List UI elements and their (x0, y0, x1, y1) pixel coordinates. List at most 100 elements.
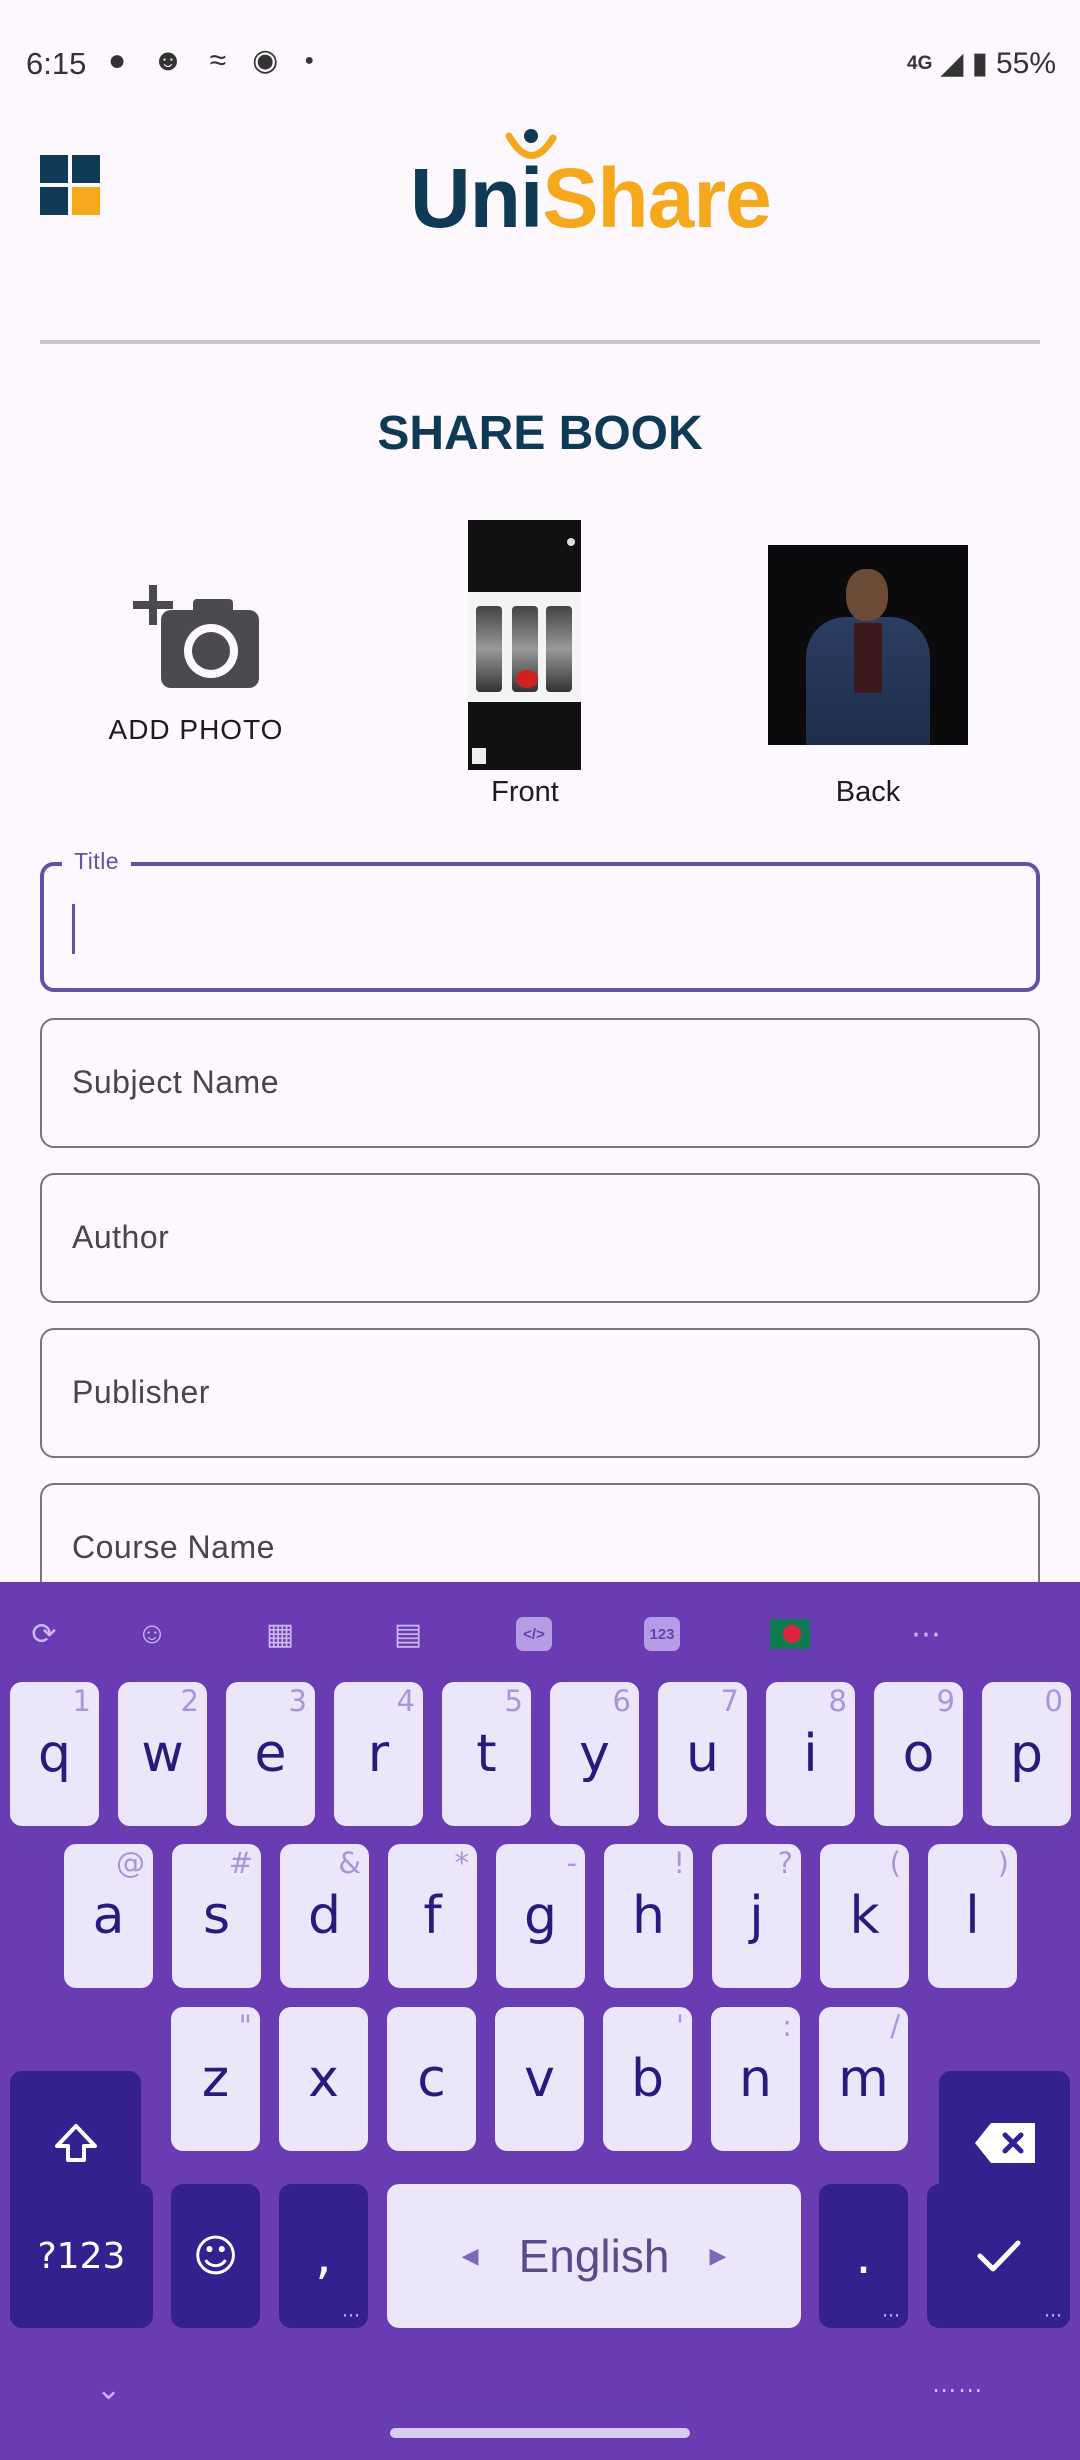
home-indicator[interactable] (390, 2428, 690, 2438)
key-j[interactable]: j? (712, 1844, 801, 1988)
key-r[interactable]: r4 (334, 1682, 423, 1826)
translate-icon[interactable]: ⟳ (24, 1614, 64, 1654)
key-n[interactable]: n: (711, 2007, 800, 2151)
more-icon[interactable]: ⋯ (906, 1614, 946, 1654)
key-hint: & (338, 1846, 361, 1880)
numpad-icon[interactable]: 123 (642, 1614, 682, 1654)
key-label: z (201, 2049, 230, 2109)
key-i[interactable]: i8 (766, 1682, 855, 1826)
key-l[interactable]: l) (928, 1844, 1017, 1988)
key-hint: 2 (180, 1684, 199, 1718)
key-h[interactable]: h! (604, 1844, 693, 1988)
key-q[interactable]: q1 (10, 1682, 99, 1826)
add-photo-label: ADD PHOTO (108, 714, 284, 745)
key-hint: # (228, 1846, 253, 1880)
language-flag-icon[interactable] (770, 1614, 810, 1654)
key-hint: 4 (396, 1684, 415, 1718)
key-c[interactable]: c (387, 2007, 476, 2151)
publisher-label: Publisher (72, 1374, 210, 1410)
key-m[interactable]: m / (819, 2007, 908, 2151)
key-label: k (849, 1886, 880, 1946)
key-hint: 3 (288, 1684, 307, 1718)
author-label: Author (72, 1219, 170, 1255)
key-label: f (423, 1886, 442, 1946)
key-label: o (902, 1724, 935, 1784)
comma-char: , (315, 2226, 332, 2286)
key-hint: ! (673, 1846, 685, 1880)
key-u[interactable]: u7 (658, 1682, 747, 1826)
key-p[interactable]: p0 (982, 1682, 1071, 1826)
key-o[interactable]: o9 (874, 1682, 963, 1826)
key-a[interactable]: a @ (64, 1844, 153, 1988)
back-photo[interactable] (768, 545, 968, 745)
author-input[interactable]: Author (40, 1173, 1040, 1303)
emoji-key[interactable]: ☺ (171, 2184, 260, 2328)
publisher-input[interactable]: Publisher (40, 1328, 1040, 1458)
key-label: x (308, 2049, 339, 2109)
keyboard-switch-icon[interactable]: ⋯⋯ (932, 2376, 984, 2405)
key-g[interactable]: g- (496, 1844, 585, 1988)
key-label: d (307, 1886, 341, 1946)
key-hint: ? (777, 1846, 793, 1880)
key-s[interactable]: s # (172, 1844, 261, 1988)
key-label: g (523, 1886, 557, 1946)
key-hint: " (238, 2009, 252, 2043)
key-k[interactable]: k( (820, 1844, 909, 1988)
title-input[interactable]: Title (40, 848, 1040, 992)
comma-key[interactable]: , ⋯ (279, 2184, 368, 2328)
key-d[interactable]: d & (280, 1844, 369, 1988)
page-title: SHARE BOOK (377, 407, 703, 460)
key-label: j (749, 1886, 764, 1946)
store-icon[interactable]: ▦ (260, 1614, 300, 1654)
subject-name-input[interactable]: Subject Name (40, 1018, 1040, 1148)
key-f[interactable]: f * (388, 1844, 477, 1988)
key-x[interactable]: x (279, 2007, 368, 2151)
logo-uni: Uni (410, 151, 543, 245)
key-hint: ) (997, 1846, 1009, 1880)
key-hint: 6 (612, 1684, 631, 1718)
key-label: n (739, 2049, 772, 2109)
header-divider (40, 340, 1040, 344)
key-hint: 0 (1044, 1684, 1063, 1718)
key-b[interactable]: b ' (603, 2007, 692, 2151)
signal-icon: ◢ (940, 47, 964, 80)
add-photo-button[interactable]: ADD PHOTO (100, 585, 292, 746)
key-hint: 7 (720, 1684, 739, 1718)
key-y[interactable]: y6 (550, 1682, 639, 1826)
left-arrow-icon: ◀ (461, 2243, 479, 2268)
menu-grid-icon[interactable] (40, 155, 100, 215)
period-key[interactable]: . ⋯ (819, 2184, 908, 2328)
emoji-icon[interactable]: ☺ (132, 1614, 172, 1654)
key-label: y (579, 1724, 610, 1784)
add-photo-icon (133, 585, 259, 688)
space-key[interactable]: ◀ English ▶ (387, 2184, 801, 2328)
key-hint: 9 (936, 1684, 955, 1718)
key-label: q (37, 1724, 71, 1784)
key-label: b (630, 2049, 664, 2109)
front-photo[interactable] (468, 520, 581, 770)
key-z[interactable]: z " (171, 2007, 260, 2151)
enter-key[interactable]: ⋯ (927, 2184, 1070, 2328)
key-w[interactable]: w2 (118, 1682, 207, 1826)
key-hint: ' (676, 2009, 684, 2043)
hide-keyboard-chevron-icon[interactable]: ⌄ (96, 2372, 121, 2407)
code-icon[interactable]: </> (514, 1614, 554, 1654)
status-time: 6:15 (26, 46, 87, 81)
keyboard-toolbar: ⟳ ☺ ▦ ▤ </> 123 ⋯ (0, 1582, 1080, 1682)
battery-icon: ▮ (971, 47, 988, 80)
backspace-icon (974, 2123, 1035, 2163)
network-type: 4G (907, 52, 933, 74)
key-t[interactable]: t5 (442, 1682, 531, 1826)
right-arrow-icon: ▶ (709, 2243, 727, 2268)
key-hint: 8 (828, 1684, 847, 1718)
back-photo-label: Back (835, 776, 901, 808)
symbols-key[interactable]: ?123 (10, 2184, 153, 2328)
key-e[interactable]: e3 (226, 1682, 315, 1826)
soft-keyboard: ⟳ ☺ ▦ ▤ </> 123 ⋯ q 1 w 2 e 3 r 4 t 5 y 6 u 7 i 8 o 9 p 0 a @… (0, 1582, 1080, 2460)
text-cursor (72, 904, 75, 954)
key-label: e (254, 1724, 287, 1784)
clipboard-icon[interactable]: ▤ (388, 1614, 428, 1654)
key-label: m (838, 2049, 889, 2109)
logo-share: Share (542, 151, 771, 245)
key-v[interactable]: v (495, 2007, 584, 2151)
